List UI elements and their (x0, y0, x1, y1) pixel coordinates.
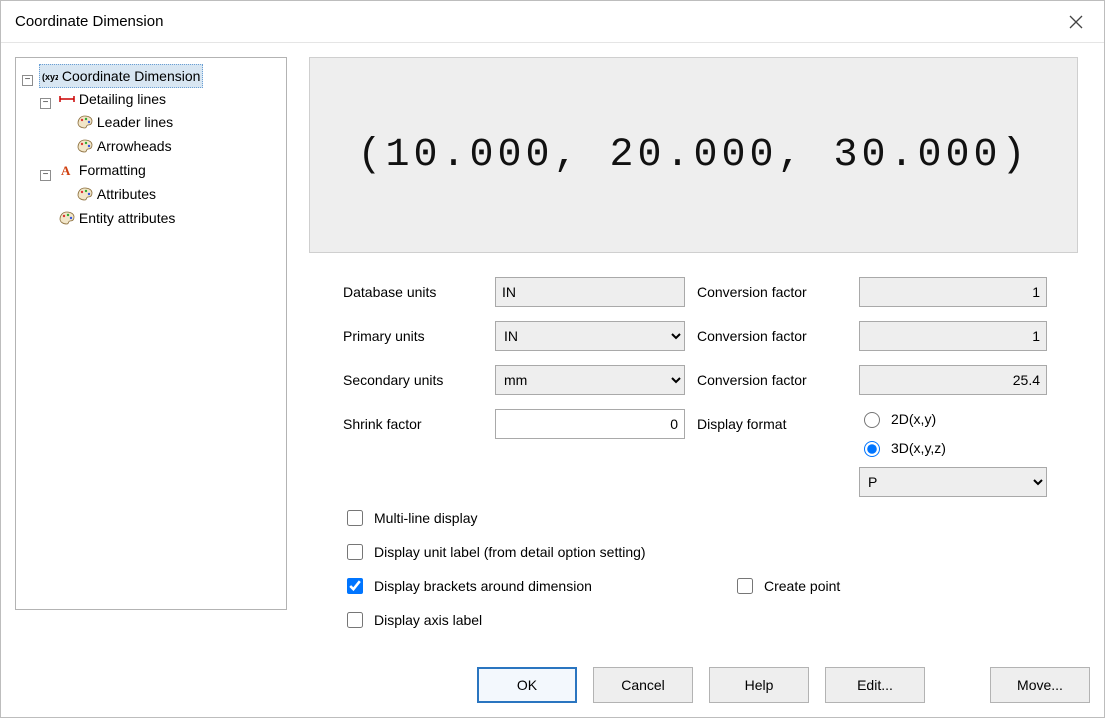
close-icon (1069, 15, 1083, 29)
radio-3d-input[interactable] (864, 441, 880, 457)
check-axis-label[interactable]: Display axis label (343, 609, 733, 631)
palette-icon (77, 114, 93, 130)
form-grid: Database units Conversion factor Primary… (309, 253, 1090, 497)
button-bar: OK Cancel Help Edit... Move... (1, 645, 1104, 717)
check-brackets-label: Display brackets around dimension (374, 578, 592, 594)
check-multiline-input[interactable] (347, 510, 363, 526)
window-title: Coordinate Dimension (15, 13, 163, 30)
label-conv-secondary: Conversion factor (697, 372, 807, 388)
select-secondary-units[interactable]: mm (495, 365, 685, 395)
label-shrink-factor: Shrink factor (343, 416, 422, 432)
tree-formatting[interactable]: A Formatting (57, 159, 148, 181)
tree-label-attributes: Attributes (97, 183, 156, 205)
tree-label-entity-attributes: Entity attributes (79, 207, 176, 229)
label-primary-units: Primary units (343, 328, 425, 344)
cancel-button[interactable]: Cancel (593, 667, 693, 703)
dimension-icon (59, 91, 75, 107)
label-conv-primary: Conversion factor (697, 328, 807, 344)
move-button[interactable]: Move... (990, 667, 1090, 703)
tree-label-detailing: Detailing lines (79, 88, 166, 110)
preview-box: (10.000, 20.000, 30.000) (309, 57, 1078, 253)
ok-button[interactable]: OK (477, 667, 577, 703)
check-brackets[interactable]: Display brackets around dimension (343, 575, 733, 597)
check-create-point-input[interactable] (737, 578, 753, 594)
titlebar: Coordinate Dimension (1, 1, 1104, 43)
dialog-coordinate-dimension: Coordinate Dimension − (xyz) Coordinate … (0, 0, 1105, 718)
radio-3d[interactable]: 3D(x,y,z) (859, 438, 1047, 457)
check-create-point[interactable]: Create point (733, 575, 1078, 597)
expander-formatting[interactable]: − (40, 170, 51, 181)
check-brackets-input[interactable] (347, 578, 363, 594)
tree-panel: − (xyz) Coordinate Dimension − (15, 57, 287, 610)
select-format-letter[interactable]: P (859, 467, 1047, 497)
check-unit-label-input[interactable] (347, 544, 363, 560)
check-grid: Multi-line display Display unit label (f… (309, 497, 1090, 631)
input-database-units[interactable] (495, 277, 685, 307)
check-multiline-label: Multi-line display (374, 510, 477, 526)
radio-2d-input[interactable] (864, 412, 880, 428)
right-pane: (10.000, 20.000, 30.000) Database units … (309, 57, 1090, 645)
input-conv-secondary[interactable] (859, 365, 1047, 395)
palette-icon (77, 138, 93, 154)
close-button[interactable] (1062, 8, 1090, 36)
tree-label-arrowheads: Arrowheads (97, 135, 172, 157)
tree-root[interactable]: (xyz) Coordinate Dimension (39, 64, 204, 88)
tree-leader[interactable]: Leader lines (75, 111, 175, 133)
tree-detailing[interactable]: Detailing lines (57, 88, 168, 110)
tree-label-root: Coordinate Dimension (62, 65, 201, 87)
expander-detailing[interactable]: − (40, 98, 51, 109)
svg-text:A: A (61, 163, 71, 177)
preview-text: (10.000, 20.000, 30.000) (357, 133, 1029, 178)
xyz-icon: (xyz) (42, 68, 58, 84)
check-create-point-label: Create point (764, 578, 840, 594)
label-database-units: Database units (343, 284, 436, 300)
tree-label-leader: Leader lines (97, 111, 173, 133)
input-conv-primary[interactable] (859, 321, 1047, 351)
text-a-icon: A (59, 162, 75, 178)
check-unit-label[interactable]: Display unit label (from detail option s… (343, 541, 733, 563)
tree-entity-attributes[interactable]: Entity attributes (57, 207, 178, 229)
tree-attributes[interactable]: Attributes (75, 183, 158, 205)
radio-3d-label: 3D(x,y,z) (891, 440, 946, 456)
radio-2d-label: 2D(x,y) (891, 411, 936, 427)
check-multiline[interactable]: Multi-line display (343, 507, 733, 529)
tree-label-formatting: Formatting (79, 159, 146, 181)
input-conv-db[interactable] (859, 277, 1047, 307)
svg-text:(xyz): (xyz) (42, 72, 58, 82)
palette-icon (59, 210, 75, 226)
help-button[interactable]: Help (709, 667, 809, 703)
label-secondary-units: Secondary units (343, 372, 443, 388)
label-conv-db: Conversion factor (697, 284, 807, 300)
check-axis-label-input[interactable] (347, 612, 363, 628)
input-shrink-factor[interactable] (495, 409, 685, 439)
expander-root[interactable]: − (22, 75, 33, 86)
radio-2d[interactable]: 2D(x,y) (859, 409, 1047, 428)
palette-icon (77, 186, 93, 202)
edit-button[interactable]: Edit... (825, 667, 925, 703)
select-primary-units[interactable]: IN (495, 321, 685, 351)
check-axis-label-label: Display axis label (374, 612, 482, 628)
check-unit-label-label: Display unit label (from detail option s… (374, 544, 646, 560)
label-display-format: Display format (697, 416, 786, 432)
tree-arrowheads[interactable]: Arrowheads (75, 135, 174, 157)
